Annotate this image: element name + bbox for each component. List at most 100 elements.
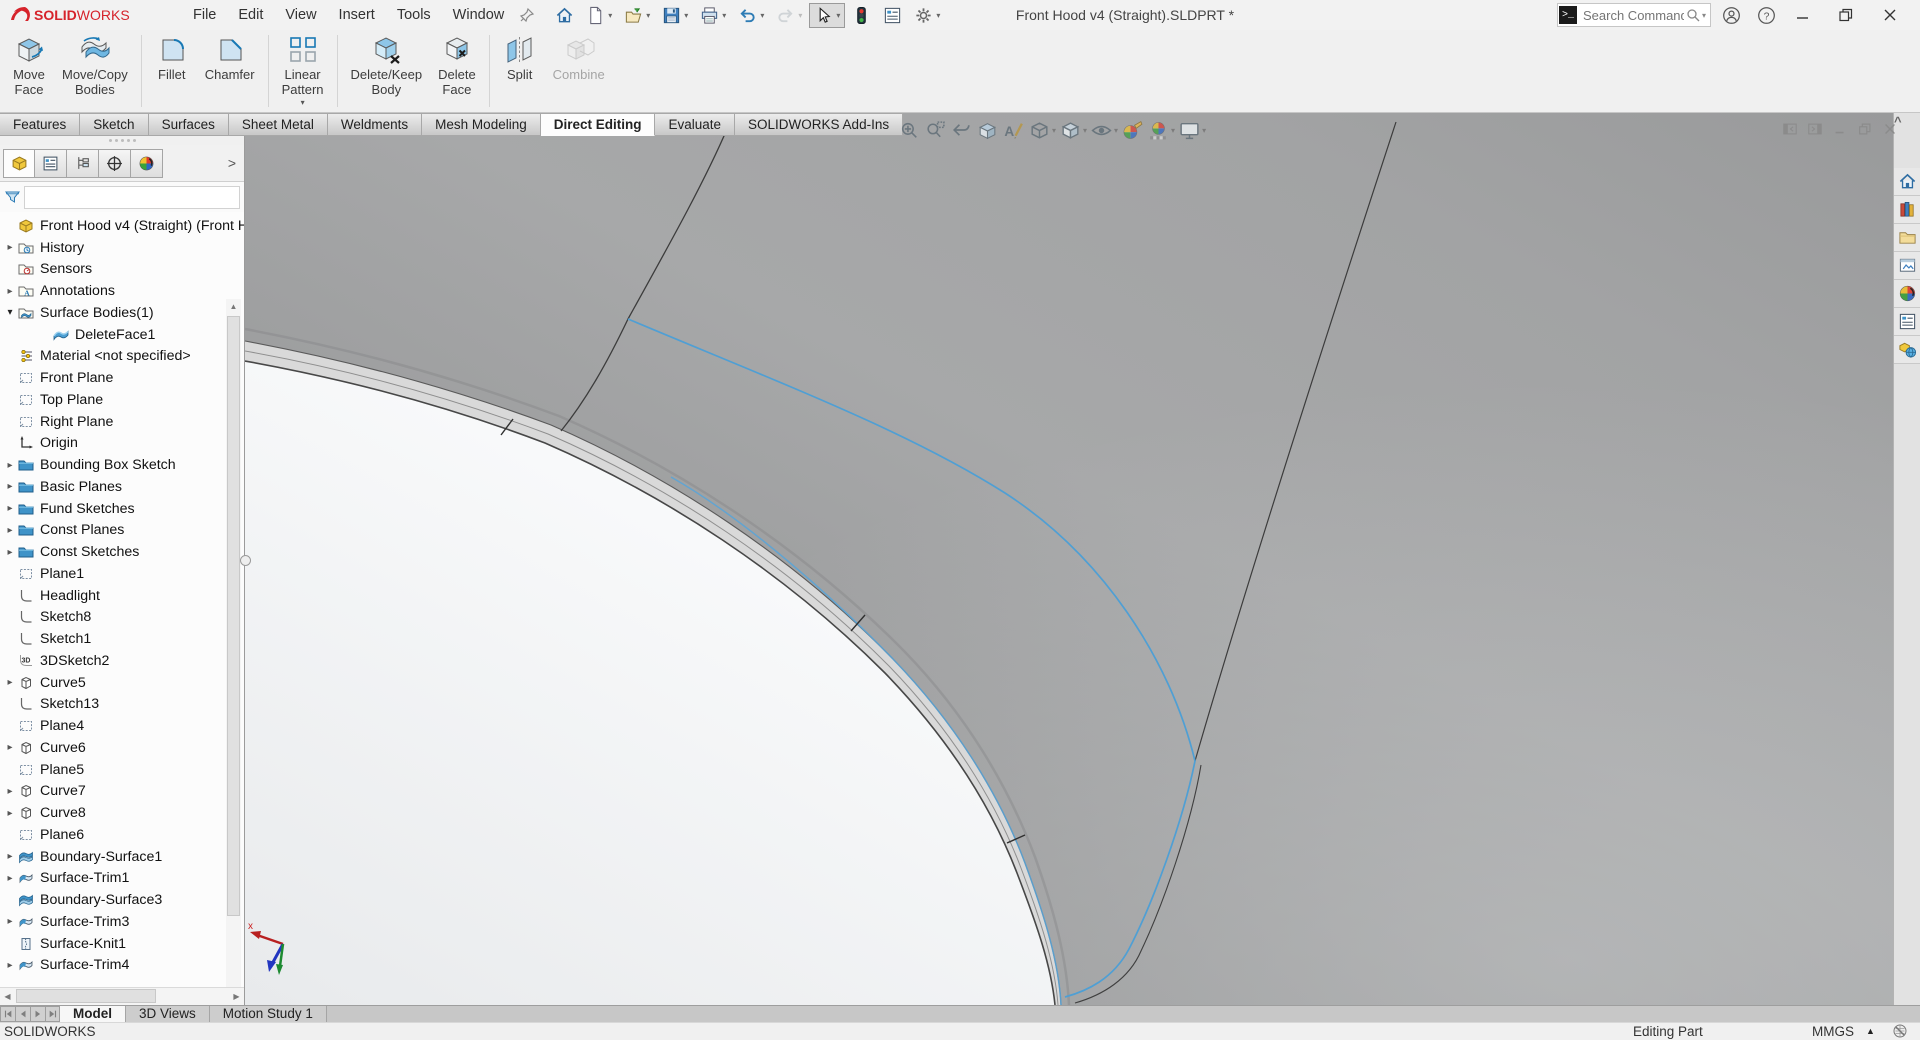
- dropdown-arrow-icon[interactable]: ▾: [1171, 126, 1175, 135]
- expand-arrow-icon[interactable]: [3, 460, 17, 471]
- tree-item[interactable]: Surface-Trim4: [0, 955, 244, 977]
- scroll-up-icon[interactable]: ▲: [226, 299, 241, 314]
- headsup-button[interactable]: ▾: [976, 119, 999, 142]
- ribbon-button[interactable]: DeleteFace ▾: [430, 30, 484, 112]
- expand-arrow-icon[interactable]: [3, 916, 17, 927]
- menu-item[interactable]: Edit: [227, 0, 274, 30]
- command-tab[interactable]: Surfaces: [149, 113, 229, 136]
- panel-tab[interactable]: [99, 149, 131, 178]
- dropdown-arrow-icon[interactable]: ▾: [798, 11, 802, 20]
- quickbar-button[interactable]: ▾: [550, 3, 579, 28]
- dropdown-arrow-icon[interactable]: ▾: [301, 98, 305, 107]
- command-tab[interactable]: Evaluate: [655, 113, 735, 136]
- appearances-scenes-icon[interactable]: [1894, 280, 1920, 308]
- scroll-thumb[interactable]: [227, 316, 240, 916]
- dropdown-arrow-icon[interactable]: ▾: [936, 11, 940, 20]
- expand-arrow-icon[interactable]: [3, 503, 17, 514]
- tree-item[interactable]: Sketch13: [0, 694, 244, 716]
- dropdown-arrow-icon[interactable]: ▾: [760, 11, 764, 20]
- dropdown-arrow-icon[interactable]: ▾: [1114, 126, 1118, 135]
- tree-item[interactable]: Plane5: [0, 759, 244, 781]
- quickbar-button[interactable]: ▾: [619, 3, 655, 28]
- headsup-button[interactable]: ▾: [1028, 119, 1056, 142]
- dropdown-arrow-icon[interactable]: ▾: [1202, 126, 1206, 135]
- dropdown-arrow-icon[interactable]: ▾: [684, 11, 688, 20]
- dropdown-arrow-icon[interactable]: ▾: [608, 11, 612, 20]
- dropdown-arrow-icon[interactable]: ▾: [722, 11, 726, 20]
- ribbon-button[interactable]: Split ▾: [495, 30, 545, 112]
- model-viewport[interactable]: [245, 113, 1893, 1005]
- tree-item[interactable]: A Annotations: [0, 280, 244, 302]
- help-icon[interactable]: ?: [1757, 0, 1776, 30]
- search-commands-box[interactable]: >_ ▾: [1557, 3, 1711, 27]
- document-tab[interactable]: Motion Study 1: [210, 1006, 327, 1022]
- quickbar-button[interactable]: ▾: [847, 3, 876, 28]
- expand-arrow-icon[interactable]: [3, 960, 17, 971]
- nav-next-icon[interactable]: [30, 1006, 45, 1022]
- ribbon-button[interactable]: Combine ▾: [545, 30, 613, 112]
- tree-item[interactable]: Curve7: [0, 781, 244, 803]
- panel-tab[interactable]: [67, 149, 99, 178]
- panel-tab[interactable]: [131, 149, 163, 178]
- status-units[interactable]: MMGS: [1812, 1024, 1854, 1039]
- design-library-icon[interactable]: [1894, 196, 1920, 224]
- dropdown-arrow-icon[interactable]: ▾: [1052, 126, 1056, 135]
- pin-menu-icon[interactable]: [519, 7, 535, 23]
- command-tab[interactable]: Direct Editing: [541, 113, 656, 136]
- tree-item[interactable]: Boundary-Surface3: [0, 889, 244, 911]
- doc-close-icon[interactable]: [1882, 121, 1898, 137]
- headsup-button[interactable]: ▾: [1090, 119, 1118, 142]
- filter-funnel-icon[interactable]: [4, 189, 21, 206]
- menu-item[interactable]: View: [274, 0, 327, 30]
- nav-last-icon[interactable]: [45, 1006, 60, 1022]
- units-up-arrow-icon[interactable]: ▲: [1866, 1026, 1875, 1036]
- tree-item[interactable]: Curve5: [0, 672, 244, 694]
- tree-horizontal-scrollbar[interactable]: ◀ ▶: [0, 987, 244, 1005]
- doc-restore-icon[interactable]: [1857, 121, 1873, 137]
- menu-item[interactable]: File: [182, 0, 227, 30]
- menu-item[interactable]: Insert: [328, 0, 386, 30]
- headsup-button[interactable]: ▾: [950, 119, 973, 142]
- taskpane-home-icon[interactable]: [1894, 168, 1920, 196]
- tree-item[interactable]: Front Plane: [0, 367, 244, 389]
- headsup-button[interactable]: A ▾: [1002, 119, 1025, 142]
- tree-item[interactable]: Basic Planes: [0, 476, 244, 498]
- expand-arrow-icon[interactable]: [3, 525, 17, 536]
- search-dropdown-icon[interactable]: ▾: [1700, 11, 1710, 20]
- user-account-icon[interactable]: [1722, 0, 1741, 30]
- dropdown-arrow-icon[interactable]: ▾: [1083, 126, 1087, 135]
- document-tab[interactable]: Model: [60, 1006, 126, 1022]
- file-explorer-icon[interactable]: [1894, 224, 1920, 252]
- quickbar-button[interactable]: ▾: [657, 3, 693, 28]
- search-input[interactable]: [1577, 7, 1686, 24]
- command-tab[interactable]: Sheet Metal: [229, 113, 328, 136]
- tree-item[interactable]: Sensors: [0, 259, 244, 281]
- tree-item[interactable]: Surface-Trim3: [0, 911, 244, 933]
- expand-arrow-icon[interactable]: [3, 808, 17, 819]
- command-tab[interactable]: Features: [0, 113, 80, 136]
- ribbon-button[interactable]: LinearPattern ▾: [274, 30, 332, 112]
- panel-splitter-grip[interactable]: [240, 555, 251, 566]
- headsup-button[interactable]: ▾: [1147, 119, 1175, 142]
- expand-arrow-icon[interactable]: [3, 481, 17, 492]
- tree-item[interactable]: Bounding Box Sketch: [0, 454, 244, 476]
- solidworks-resources-icon[interactable]: [1894, 336, 1920, 364]
- command-tab[interactable]: Mesh Modeling: [422, 113, 541, 136]
- search-magnifier-icon[interactable]: [1686, 8, 1700, 22]
- command-tab[interactable]: Sketch: [80, 113, 148, 136]
- expand-arrow-icon[interactable]: [3, 851, 17, 862]
- dropdown-arrow-icon[interactable]: ▾: [836, 11, 840, 20]
- expand-arrow-icon[interactable]: [3, 786, 17, 797]
- pane-right-icon[interactable]: [1807, 121, 1823, 137]
- expand-arrow-icon[interactable]: [3, 286, 17, 297]
- quickbar-button[interactable]: ▾: [733, 3, 769, 28]
- expand-arrow-icon[interactable]: [3, 547, 17, 558]
- tree-item[interactable]: Sketch1: [0, 628, 244, 650]
- ribbon-button[interactable]: Move/CopyBodies ▾: [54, 30, 136, 112]
- command-tab[interactable]: Weldments: [328, 113, 422, 136]
- ribbon-button[interactable]: Chamfer ▾: [197, 30, 263, 112]
- quickbar-button[interactable]: ▾: [581, 3, 617, 28]
- tree-item[interactable]: History: [0, 237, 244, 259]
- expand-arrow-icon[interactable]: [3, 242, 17, 253]
- tree-filter-input[interactable]: [24, 186, 240, 209]
